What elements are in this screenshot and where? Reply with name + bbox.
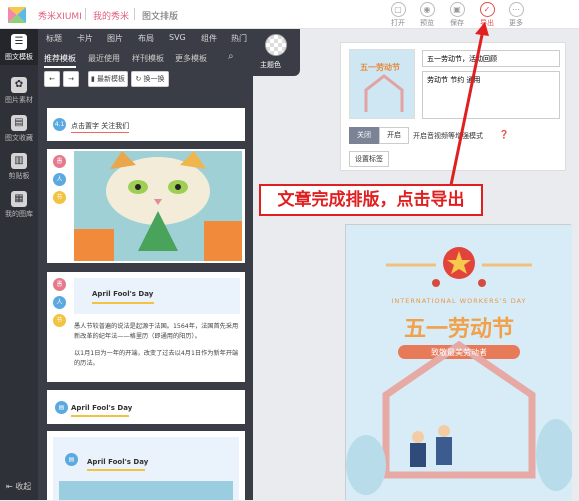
underline [71, 132, 129, 133]
tab-title[interactable]: 标题 [46, 33, 62, 44]
tab-sample[interactable]: 样刊模板 [132, 53, 164, 64]
preview-button[interactable]: ◉ 预览 [412, 2, 442, 28]
next-button[interactable]: → [63, 71, 79, 87]
tab-svg[interactable]: SVG [169, 33, 186, 42]
layout-icon: ☰ [11, 34, 27, 50]
underline [87, 469, 145, 471]
card-body-text: 以1月1日为一年的开端，改变了过去以4月1日作为新年开端的历法。 [74, 350, 239, 367]
tab-more[interactable]: 更多模板 [175, 53, 207, 64]
xiumi-logo-icon[interactable] [6, 5, 28, 25]
help-icon[interactable]: ❓ [499, 130, 509, 139]
title-banner: ▤ April Fool's Day [53, 437, 239, 500]
bookmark-icon: ▤ [11, 115, 27, 131]
bubble: 人 [53, 296, 66, 309]
underline [71, 415, 129, 417]
card-title: 点击置字 关注我们 [71, 122, 130, 130]
template-card[interactable]: 4.1 点击置字 关注我们 [47, 108, 245, 141]
tab-image[interactable]: 图片 [107, 33, 123, 44]
open-button[interactable]: ▢ 打开 [383, 2, 413, 28]
shuffle-button[interactable]: ↻ 换一换 [131, 71, 169, 87]
bubble: 愚 [53, 155, 66, 168]
more-button[interactable]: ⋯ 更多 [501, 2, 531, 28]
more-icon: ⋯ [508, 2, 524, 17]
title-banner: April Fool's Day [74, 278, 240, 314]
underline [92, 302, 154, 304]
category-tabs: 标题 卡片 图片 布局 SVG 组件 热门 [38, 29, 253, 47]
sidebar-item-favorites[interactable]: ▤ 图文收藏 [0, 115, 38, 143]
instruction-callout: 文章完成排版，点击导出 [259, 184, 483, 216]
brand-name[interactable]: 秀米XIUMI [38, 9, 82, 22]
latest-templates-button[interactable]: ▮ 最新模板 [88, 71, 128, 87]
open-icon: ▢ [390, 2, 406, 17]
sidebar-item-images[interactable]: ✿ 图片素材 [0, 77, 38, 105]
red-arrow-icon [449, 22, 489, 186]
tag-settings-button[interactable]: 设置标签 [349, 151, 389, 167]
sidebar-item-templates[interactable]: ☰ 图文模板 [0, 29, 38, 65]
sidebar: ☰ 图文模板 ✿ 图片素材 ▤ 图文收藏 ▥ 剪贴板 ▦ 我的图库 ⇤ 收起 [0, 29, 38, 500]
divider [134, 8, 135, 20]
card-title: April Fool's Day [92, 290, 154, 298]
template-card[interactable]: 愚 人 节 [47, 149, 245, 263]
labor-day-poster [346, 225, 572, 501]
bubble: 节 [53, 191, 66, 204]
divider [85, 8, 86, 20]
gallery-icon: ▦ [11, 191, 27, 207]
clipboard-icon: ▥ [11, 153, 27, 169]
bubble: 愚 [53, 278, 66, 291]
theme-color-button[interactable]: 主题色 [253, 29, 300, 76]
prev-button[interactable]: ← [44, 71, 60, 87]
poster-subtitle: INTERNATIONAL WORKERS'S DAY [391, 297, 527, 305]
template-card[interactable]: ▤ April Fool's Day [47, 390, 245, 424]
search-icon[interactable]: ⌕ [228, 51, 234, 62]
card-title: April Fool's Day [71, 404, 133, 412]
calendar-icon: ▤ [65, 453, 78, 466]
tab-recommended[interactable]: 推荐模板 [44, 53, 76, 68]
sidebar-item-clipboard[interactable]: ▥ 剪贴板 [0, 153, 38, 181]
cat-painting-image [74, 151, 242, 261]
cover-thumbnail[interactable]: 五一劳动节 [349, 49, 415, 119]
house-illustration [364, 74, 404, 112]
poster-tag: 致敬最美劳动者 [431, 348, 487, 357]
collapse-button[interactable]: ⇤ 收起 [6, 481, 31, 492]
calendar-icon: ▤ [55, 401, 68, 414]
number-badge: 4.1 [53, 118, 66, 131]
poster-title: 五一劳动节 [403, 317, 514, 342]
tab-component[interactable]: 组件 [201, 33, 217, 44]
tab-layout[interactable]: 布局 [138, 33, 154, 44]
refresh-icon: ↻ [135, 75, 144, 83]
nav-layout[interactable]: 图文排版 [142, 9, 178, 22]
image-thumbnail [59, 481, 233, 500]
template-card[interactable]: 愚 人 节 April Fool's Day 愚人节较普遍的说法是起源于法国。1… [47, 272, 245, 382]
card-body-text: 愚人节较普遍的说法是起源于法国。1564年，法国首先采用新改革的纪年法——格里历… [74, 323, 239, 340]
template-panel: 标题 卡片 图片 布局 SVG 组件 热门 推荐模板 最近使用 样刊模板 更多模… [38, 29, 253, 500]
enhance-on-button[interactable]: 开启 [379, 127, 409, 144]
bubble: 节 [53, 314, 66, 327]
export-icon: ✓ [479, 2, 495, 17]
theme-swatch-icon [265, 34, 287, 56]
save-icon: ▣ [449, 2, 465, 17]
image-icon: ✿ [11, 77, 27, 93]
enhance-off-button[interactable]: 关闭 [349, 127, 379, 144]
template-card[interactable]: ▤ April Fool's Day [47, 431, 245, 500]
card-title: April Fool's Day [87, 458, 149, 466]
tab-card[interactable]: 卡片 [77, 33, 93, 44]
bubble: 人 [53, 173, 66, 186]
tab-recent[interactable]: 最近使用 [88, 53, 120, 64]
tab-hot[interactable]: 热门 [231, 33, 247, 44]
nav-my-xiumi[interactable]: 我的秀米 [93, 9, 129, 22]
sidebar-item-gallery[interactable]: ▦ 我的图库 [0, 191, 38, 219]
preview-icon: ◉ [419, 2, 435, 17]
article-preview: INTERNATIONAL WORKERS'S DAY 五一劳动节 致敬最美劳动… [345, 224, 572, 501]
